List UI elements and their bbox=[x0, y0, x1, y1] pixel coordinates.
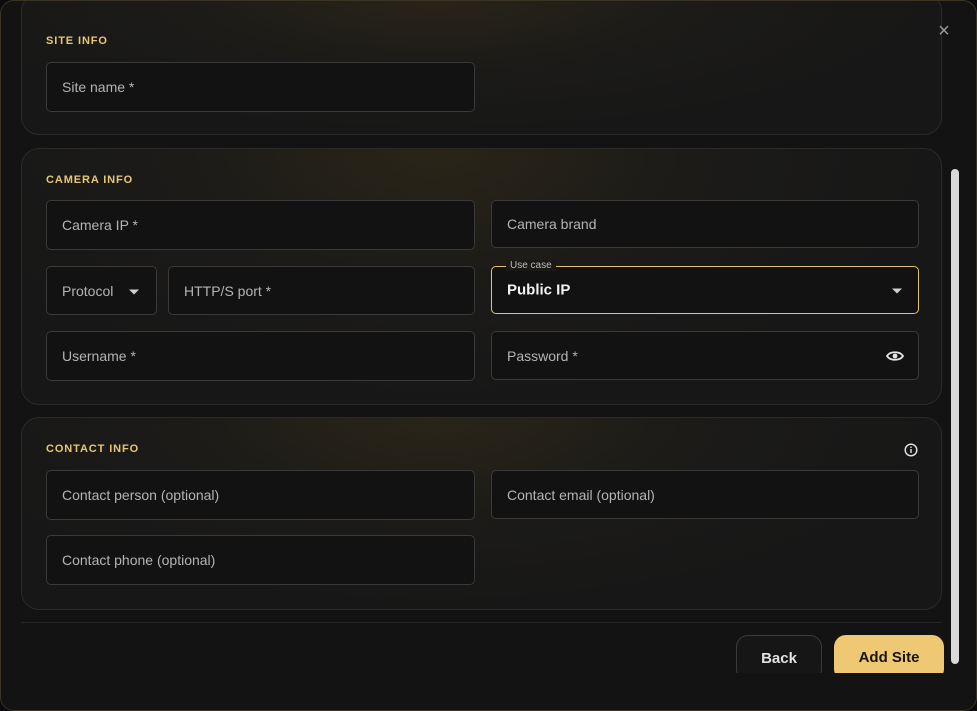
site-name-input[interactable]: Site name * bbox=[46, 62, 475, 112]
username-placeholder: Username * bbox=[62, 348, 136, 364]
use-case-value: Public IP bbox=[507, 281, 571, 299]
camera-info-section: CAMERA INFO Camera IP * Camera brand Pro… bbox=[21, 148, 942, 405]
add-site-dialog: SITE INFO Site name * CAMERA INFO Camera… bbox=[0, 0, 977, 711]
password-input[interactable]: Password * bbox=[491, 331, 919, 380]
site-info-title: SITE INFO bbox=[46, 35, 108, 47]
close-icon[interactable]: × bbox=[934, 21, 954, 41]
chevron-down-icon bbox=[129, 289, 139, 294]
protocol-placeholder: Protocol bbox=[62, 282, 114, 299]
camera-brand-input[interactable]: Camera brand bbox=[491, 200, 919, 248]
contact-phone-placeholder: Contact phone (optional) bbox=[62, 552, 216, 568]
contact-person-placeholder: Contact person (optional) bbox=[62, 487, 220, 503]
contact-phone-input[interactable]: Contact phone (optional) bbox=[46, 535, 475, 585]
contact-info-section: CONTACT INFO Contact person (optional) C… bbox=[21, 417, 942, 610]
camera-info-title: CAMERA INFO bbox=[46, 174, 134, 186]
contact-person-input[interactable]: Contact person (optional) bbox=[46, 470, 475, 520]
footer-divider bbox=[21, 622, 942, 623]
use-case-label: Use case bbox=[506, 260, 556, 271]
contact-email-placeholder: Contact email (optional) bbox=[507, 486, 655, 503]
scrollbar-thumb[interactable] bbox=[951, 169, 959, 664]
username-input[interactable]: Username * bbox=[46, 331, 475, 381]
chevron-down-icon bbox=[892, 288, 902, 294]
site-info-section: SITE INFO Site name * bbox=[21, 1, 942, 135]
dialog-footer-area bbox=[1, 673, 976, 710]
use-case-select[interactable]: Use case Public IP bbox=[491, 260, 919, 314]
add-site-button[interactable]: Add Site bbox=[834, 635, 944, 673]
protocol-select[interactable]: Protocol bbox=[46, 266, 157, 315]
camera-brand-placeholder: Camera brand bbox=[507, 216, 597, 232]
info-icon[interactable] bbox=[904, 443, 918, 457]
camera-ip-input[interactable]: Camera IP * bbox=[46, 200, 475, 250]
back-button[interactable]: Back bbox=[736, 635, 822, 673]
contact-info-title: CONTACT INFO bbox=[46, 443, 140, 455]
eye-icon[interactable] bbox=[886, 349, 904, 363]
port-input[interactable]: HTTP/S port * bbox=[168, 266, 475, 315]
password-placeholder: Password * bbox=[507, 347, 578, 364]
site-name-placeholder: Site name * bbox=[62, 79, 135, 95]
camera-ip-placeholder: Camera IP * bbox=[62, 217, 138, 233]
contact-email-input[interactable]: Contact email (optional) bbox=[491, 470, 919, 519]
port-placeholder: HTTP/S port * bbox=[184, 282, 272, 299]
dialog-scroll-area[interactable]: SITE INFO Site name * CAMERA INFO Camera… bbox=[1, 1, 976, 673]
